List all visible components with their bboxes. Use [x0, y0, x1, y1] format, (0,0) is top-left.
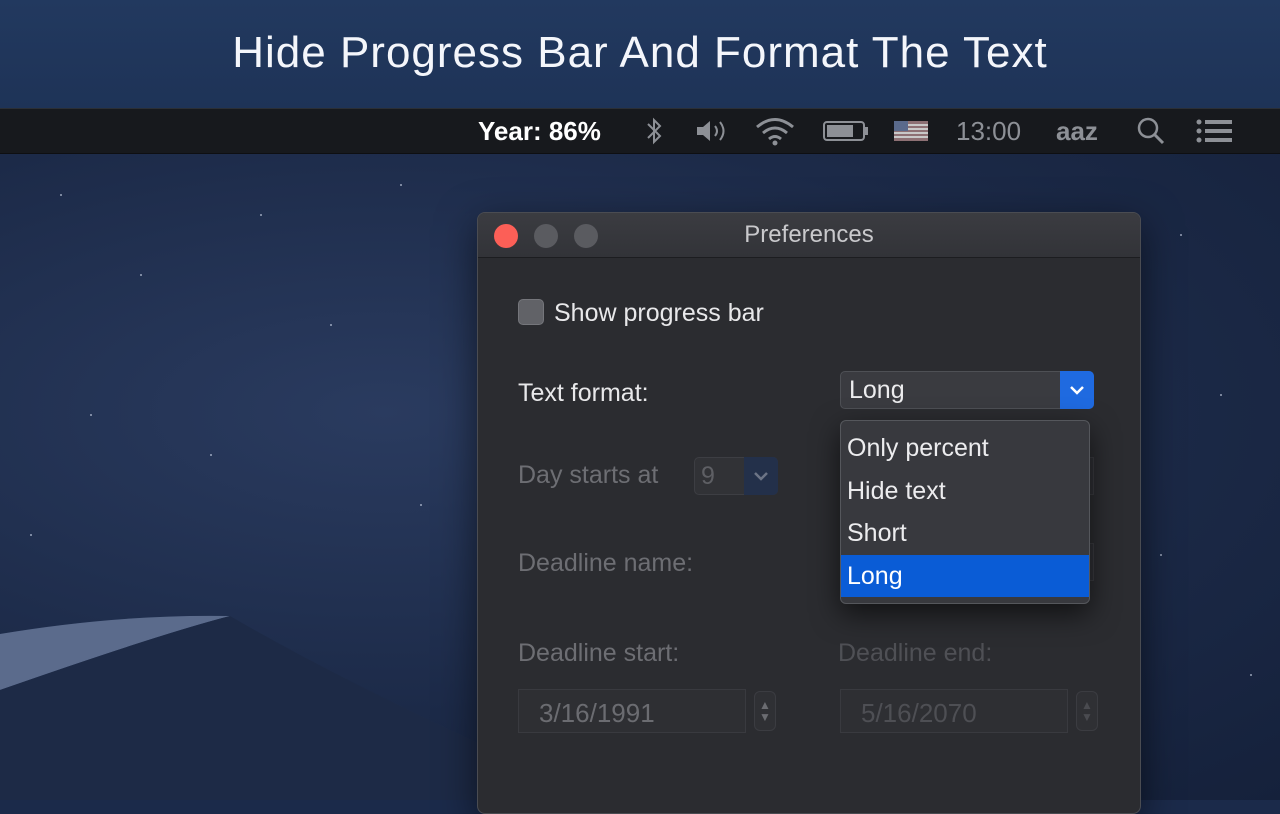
star [1160, 554, 1162, 556]
text-format-label: Text format: [518, 379, 649, 407]
search-icon[interactable] [1136, 109, 1166, 153]
star [60, 194, 62, 196]
day-starts-select[interactable]: 9 [694, 457, 778, 495]
star [260, 214, 262, 216]
dropdown-option-only-percent[interactable]: Only percent [841, 427, 1089, 470]
chevron-down-icon[interactable] [744, 457, 778, 495]
deadline-start-stepper[interactable]: ▲ ▼ [754, 691, 776, 731]
show-progress-bar-checkbox[interactable] [518, 299, 544, 325]
star [210, 454, 212, 456]
wifi-icon[interactable] [754, 109, 796, 153]
dropdown-option-long[interactable]: Long [841, 554, 1089, 597]
deadline-start-label: Deadline start: [518, 639, 680, 667]
banner: Hide Progress Bar And Format The Text [0, 0, 1280, 108]
chevron-down-icon[interactable]: ▼ [759, 711, 771, 723]
deadline-end-label: Deadline end: [838, 639, 993, 667]
text-format-select[interactable]: Long [840, 371, 1094, 409]
star [30, 534, 32, 536]
star [330, 324, 332, 326]
menu-clock[interactable]: 13:00 [956, 109, 1021, 153]
chevron-down-icon[interactable]: ▼ [1081, 711, 1093, 723]
text-format-value: Long [849, 376, 905, 404]
star [1250, 674, 1252, 676]
list-icon[interactable] [1196, 109, 1234, 153]
deadline-name-label: Deadline name: [518, 549, 694, 577]
deadline-end-value: 5/16/2070 [861, 698, 977, 728]
show-progress-bar-label[interactable]: Show progress bar [554, 299, 764, 328]
text-format-dropdown-menu: Only percent Hide text Short Long [840, 420, 1090, 604]
dropdown-option-short[interactable]: Short [841, 512, 1089, 555]
deadline-start-value: 3/16/1991 [539, 698, 655, 728]
banner-title: Hide Progress Bar And Format The Text [232, 28, 1048, 77]
star [400, 184, 402, 186]
star [1220, 394, 1222, 396]
deadline-end-field[interactable]: 5/16/2070 [840, 689, 1068, 733]
day-starts-label: Day starts at [518, 461, 659, 489]
dune-shape [0, 615, 480, 800]
deadline-start-field[interactable]: 3/16/1991 [518, 689, 746, 733]
year-progress-status[interactable]: Year: 86% [478, 109, 601, 153]
deadline-end-stepper[interactable]: ▲ ▼ [1076, 691, 1098, 731]
bluetooth-icon[interactable] [642, 109, 666, 153]
volume-icon[interactable] [694, 109, 730, 153]
menu-bar: Year: 86% 13:00 aaz [0, 108, 1280, 154]
star [1180, 234, 1182, 236]
star [140, 274, 142, 276]
star [90, 414, 92, 416]
window-titlebar[interactable]: Preferences [478, 213, 1140, 258]
flag-icon[interactable] [894, 109, 928, 153]
menu-user[interactable]: aaz [1056, 109, 1098, 153]
dropdown-option-hide-text[interactable]: Hide text [841, 470, 1089, 513]
battery-icon[interactable] [822, 109, 870, 153]
chevron-down-icon[interactable] [1060, 371, 1094, 409]
day-starts-value: 9 [701, 462, 715, 490]
window-title: Preferences [744, 221, 874, 248]
star [420, 504, 422, 506]
